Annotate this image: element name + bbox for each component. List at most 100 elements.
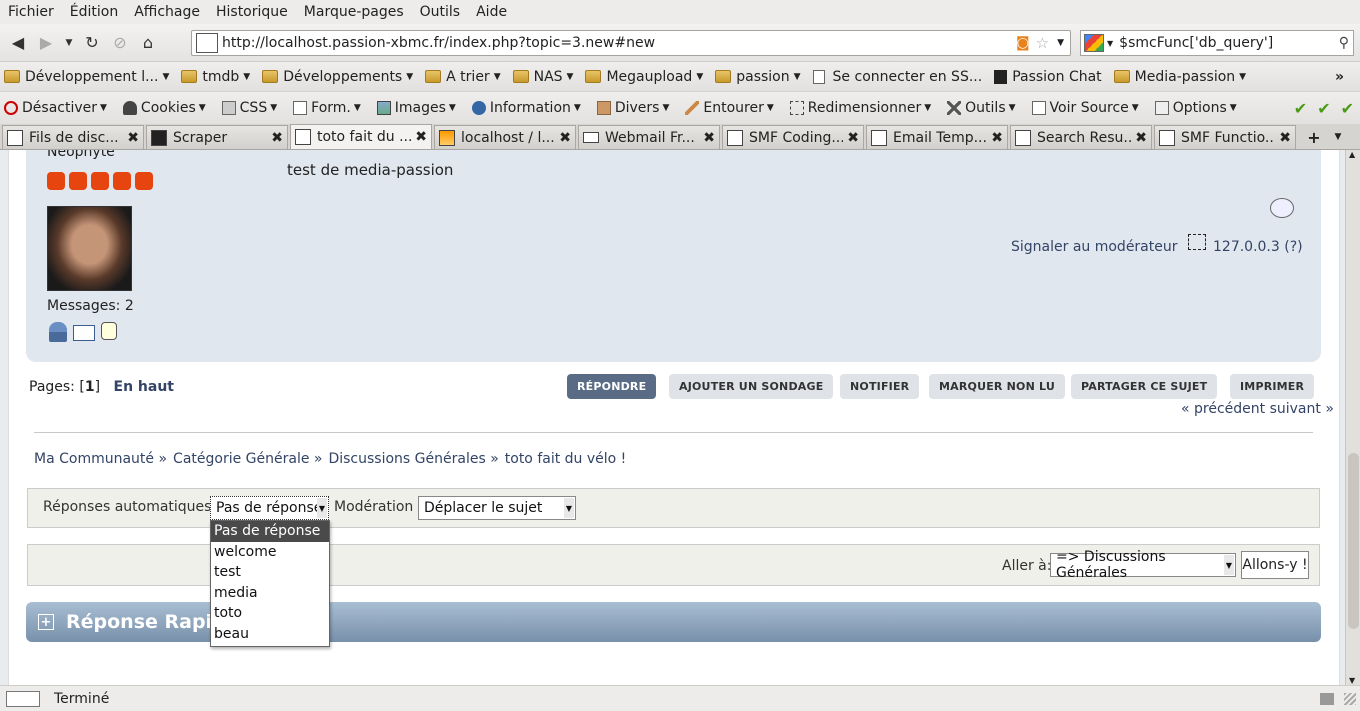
share-topic-button[interactable]: PARTAGER CE SUJET (1071, 374, 1218, 399)
close-tab-icon[interactable]: ✖ (127, 130, 139, 146)
close-tab-icon[interactable]: ✖ (415, 129, 427, 145)
tab-active[interactable]: toto fait du ... ✖ (290, 124, 432, 149)
rss-icon[interactable]: ◙ (1016, 35, 1030, 51)
more-bookmarks-chevron-icon[interactable]: » (1335, 69, 1344, 85)
close-tab-icon[interactable]: ✖ (991, 130, 1003, 146)
close-tab-icon[interactable]: ✖ (271, 130, 283, 146)
dropdown-option[interactable]: media (211, 583, 329, 604)
dev-form[interactable]: Form. ▼ (293, 100, 361, 116)
ip-address-link[interactable]: 127.0.0.3 (?) (1213, 239, 1303, 255)
close-tab-icon[interactable]: ✖ (1279, 130, 1291, 146)
go-top-link[interactable]: En haut (114, 379, 174, 395)
check-icon[interactable]: ✔ (1317, 99, 1330, 118)
dropdown-option[interactable]: welcome (211, 542, 329, 563)
tab[interactable]: SMF Coding... ✖ (722, 125, 864, 149)
new-tab-icon[interactable]: + (1302, 125, 1326, 149)
bookmark-item[interactable]: tmdb ▼ (181, 69, 250, 85)
tab[interactable]: localhost / l... ✖ (434, 125, 576, 149)
dropdown-option[interactable]: Pas de réponse (211, 521, 329, 542)
go-button[interactable]: Allons-y ! (1241, 551, 1309, 579)
report-to-moderator-link[interactable]: Signaler au modérateur (1011, 239, 1178, 255)
dropdown-option[interactable]: toto (211, 603, 329, 624)
tab[interactable]: SMF Functio... ✖ (1154, 125, 1296, 149)
dev-css[interactable]: CSS ▼ (221, 100, 277, 116)
email-icon[interactable] (73, 325, 95, 341)
dev-divers[interactable]: Divers ▼ (596, 100, 669, 116)
vertical-scrollbar[interactable]: ▲ ▼ (1345, 150, 1360, 685)
moderation-select[interactable]: Déplacer le sujet ▼ (418, 496, 576, 520)
home-icon[interactable]: ⌂ (134, 29, 162, 57)
reload-icon[interactable]: ↻ (78, 29, 106, 57)
menu-outils[interactable]: Outils (420, 4, 460, 20)
tab[interactable]: Fils de disc... ✖ (2, 125, 144, 149)
bookmark-item[interactable]: Megaupload ▼ (585, 69, 703, 85)
search-engine-dropdown-icon[interactable]: ▼ (1107, 39, 1113, 48)
dev-entourer[interactable]: Entourer ▼ (685, 100, 774, 116)
dev-images[interactable]: Images ▼ (376, 100, 456, 116)
notify-button[interactable]: NOTIFIER (840, 374, 920, 399)
breadcrumb-item[interactable]: Discussions Générales » (328, 451, 498, 467)
search-input[interactable]: $smcFunc['db_query'] (1119, 35, 1339, 51)
scroll-down-icon[interactable]: ▼ (1349, 676, 1355, 685)
dev-options[interactable]: Options ▼ (1154, 100, 1237, 116)
url-dropdown-icon[interactable]: ▼ (1057, 38, 1064, 48)
page-number[interactable]: 1 (85, 379, 95, 395)
magnifier-icon[interactable]: ⚲ (1339, 35, 1349, 51)
back-button[interactable]: ◀ (4, 29, 32, 57)
dev-redimensionner[interactable]: Redimensionner ▼ (789, 100, 931, 116)
close-tab-icon[interactable]: ✖ (559, 130, 571, 146)
bookmark-item[interactable]: NAS ▼ (512, 69, 573, 85)
dev-desactiver[interactable]: Désactiver ▼ (4, 100, 107, 116)
bookmark-item[interactable]: A trier ▼ (425, 69, 501, 85)
menu-edition[interactable]: Édition (70, 4, 118, 20)
resize-grip-icon[interactable] (1344, 692, 1356, 705)
search-engine-icon[interactable] (1084, 34, 1104, 52)
status-tool-icon[interactable] (6, 690, 40, 707)
close-tab-icon[interactable]: ✖ (703, 130, 715, 146)
bookmark-item[interactable]: Développements ▼ (262, 69, 413, 85)
dev-outils[interactable]: Outils ▼ (947, 100, 1016, 116)
check-icon[interactable]: ✔ (1341, 99, 1354, 118)
report-icon[interactable] (1270, 198, 1294, 218)
jump-to-select[interactable]: => Discussions Générales ▼ (1050, 549, 1236, 581)
bookmark-item[interactable]: Développement l... ▼ (4, 69, 169, 85)
breadcrumb-item[interactable]: Ma Communauté » (34, 451, 167, 467)
bookmark-item[interactable]: Se connecter en SS... (812, 69, 982, 85)
history-dropdown-icon[interactable]: ▼ (60, 29, 78, 57)
print-button[interactable]: IMPRIMER (1230, 374, 1315, 399)
scroll-up-icon[interactable]: ▲ (1349, 150, 1355, 159)
dev-voir-source[interactable]: Voir Source ▼ (1031, 100, 1139, 116)
pm-icon[interactable] (101, 322, 117, 340)
scrollbar-thumb[interactable] (1348, 453, 1359, 629)
close-tab-icon[interactable]: ✖ (847, 130, 859, 146)
breadcrumb-item[interactable]: toto fait du vélo ! (505, 451, 627, 467)
tab[interactable]: Search Resu... ✖ (1010, 125, 1152, 149)
tab[interactable]: Scraper ✖ (146, 125, 288, 149)
bookmark-item[interactable]: Passion Chat (994, 69, 1102, 85)
expand-icon[interactable]: + (38, 614, 54, 630)
stop-icon[interactable]: ⊘ (106, 29, 134, 57)
auto-reply-select[interactable]: Pas de réponse ▼ (210, 496, 329, 520)
breadcrumb-item[interactable]: Catégorie Générale » (173, 451, 322, 467)
reply-button[interactable]: RÉPONDRE (567, 374, 657, 399)
url-bar[interactable]: http://localhost.passion-xbmc.fr/index.p… (191, 30, 1071, 56)
check-icon[interactable]: ✔ (1294, 99, 1307, 118)
close-tab-icon[interactable]: ✖ (1135, 130, 1147, 146)
menu-marque-pages[interactable]: Marque-pages (304, 4, 404, 20)
menu-affichage[interactable]: Affichage (134, 4, 200, 20)
bookmark-item[interactable]: passion ▼ (715, 69, 801, 85)
add-poll-button[interactable]: AJOUTER UN SONDAGE (669, 374, 834, 399)
mark-unread-button[interactable]: MARQUER NON LU (929, 374, 1065, 399)
bookmark-star-icon[interactable]: ☆ (1036, 34, 1049, 52)
tab-list-dropdown-icon[interactable]: ▼ (1326, 125, 1350, 149)
tab[interactable]: Email Temp... ✖ (866, 125, 1008, 149)
menu-fichier[interactable]: Fichier (8, 4, 54, 20)
menu-historique[interactable]: Historique (216, 4, 288, 20)
menu-aide[interactable]: Aide (476, 4, 507, 20)
dev-information[interactable]: Information ▼ (471, 100, 581, 116)
profile-icon[interactable] (49, 322, 67, 342)
dev-cookies[interactable]: Cookies ▼ (122, 100, 206, 116)
forward-button[interactable]: ▶ (32, 29, 60, 57)
tab[interactable]: Webmail Fr... ✖ (578, 125, 720, 149)
bookmark-item[interactable]: Media-passion ▼ (1113, 69, 1246, 85)
